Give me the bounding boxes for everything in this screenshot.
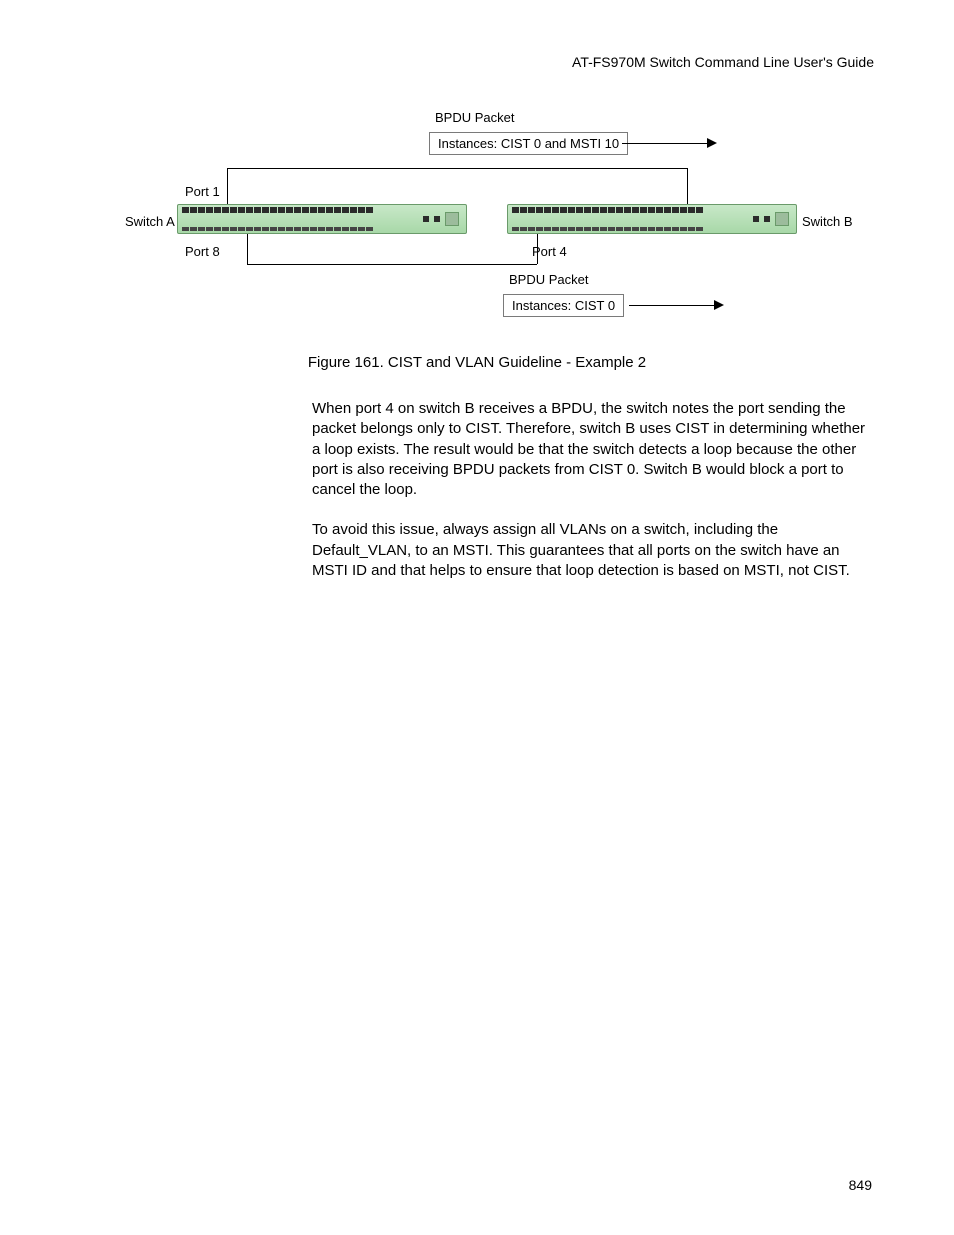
- bpdu-top-label: BPDU Packet: [435, 110, 514, 125]
- switch-a-label: Switch A: [125, 214, 175, 229]
- switch-a-device: [177, 204, 467, 234]
- figure-diagram: BPDU Packet Instances: CIST 0 and MSTI 1…: [117, 110, 837, 340]
- paragraph-1: When port 4 on switch B receives a BPDU,…: [312, 399, 870, 500]
- link-bot-h: [247, 264, 537, 265]
- arrow-line-top: [622, 143, 707, 144]
- switch-b-label: Switch B: [802, 214, 853, 229]
- page-number: 849: [849, 1177, 872, 1193]
- paragraph-2: To avoid this issue, always assign all V…: [312, 520, 870, 581]
- link-bot-v2: [537, 234, 538, 264]
- body-text: When port 4 on switch B receives a BPDU,…: [312, 399, 870, 581]
- bpdu-bottom-label: BPDU Packet: [509, 272, 588, 287]
- arrow-head-top: [707, 138, 717, 148]
- arrow-head-bottom: [714, 300, 724, 310]
- switch-b-device: [507, 204, 797, 234]
- port1-label: Port 1: [185, 184, 220, 199]
- running-header: AT-FS970M Switch Command Line User's Gui…: [80, 54, 874, 70]
- instances-top-box: Instances: CIST 0 and MSTI 10: [429, 132, 628, 155]
- link-top-v2: [687, 168, 688, 204]
- figure-caption: Figure 161. CIST and VLAN Guideline - Ex…: [80, 354, 874, 371]
- link-bot-v1: [247, 234, 248, 264]
- link-top-h: [227, 168, 687, 169]
- instances-bottom-box: Instances: CIST 0: [503, 294, 624, 317]
- link-top-v1: [227, 168, 228, 204]
- arrow-line-bottom: [629, 305, 714, 306]
- port8-label: Port 8: [185, 244, 220, 259]
